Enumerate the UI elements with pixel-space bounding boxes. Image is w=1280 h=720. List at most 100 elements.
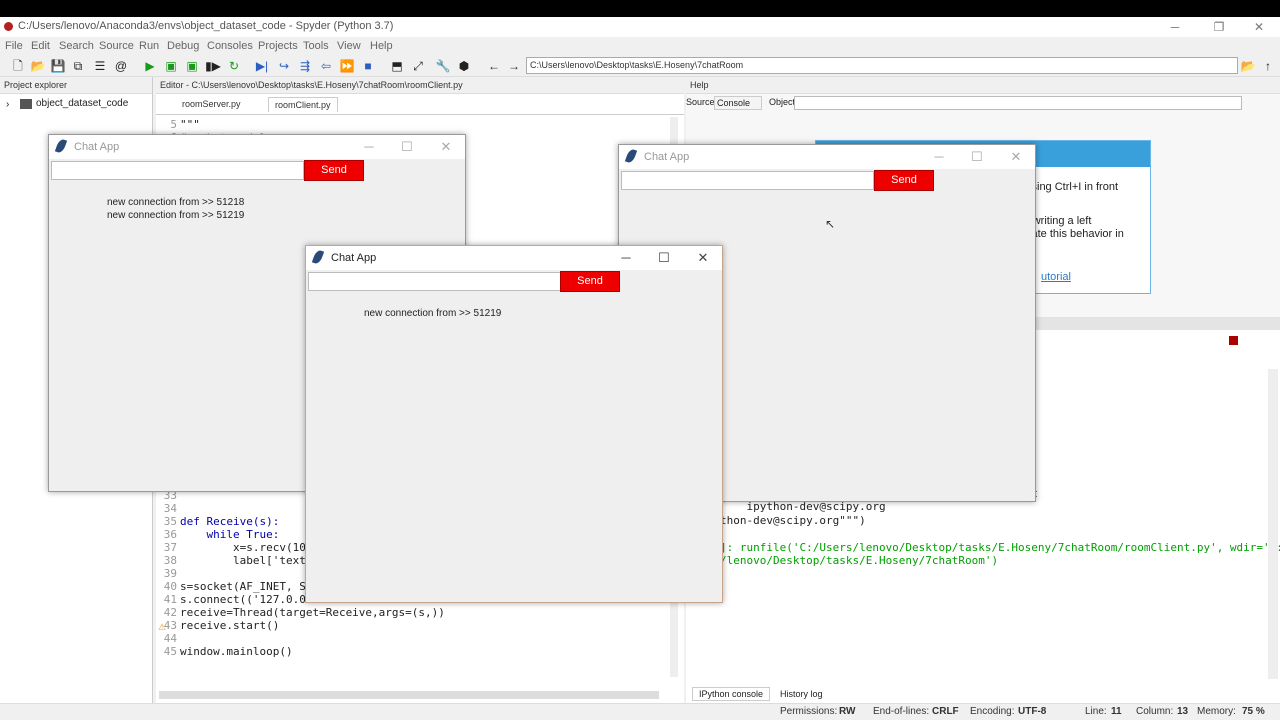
feather-icon xyxy=(311,249,325,265)
status-line: 11 xyxy=(1111,706,1122,717)
run-selection-icon[interactable]: ▮▶ xyxy=(205,58,221,74)
menu-view[interactable]: View xyxy=(337,40,361,52)
fullscreen-icon[interactable]: ⤢ xyxy=(410,58,426,74)
code-line: 44 xyxy=(163,632,177,645)
open-file-icon[interactable]: 📂 xyxy=(30,58,46,74)
chat-message: new connection from >> 51219 xyxy=(364,308,502,319)
run-icon[interactable]: ▶ xyxy=(142,58,158,74)
save-icon[interactable]: 💾 xyxy=(50,58,66,74)
toolbar: 🗋 📂 💾 ⧉ ☰ @ ▶ ▣ ▣ ▮▶ ↻ ▶| ↪ ⇶ ⇦ ⏩ ■ ⬒ ⤢ … xyxy=(0,55,1280,77)
working-directory-input[interactable]: C:\Users\lenovo\Desktop\tasks\E.Hoseny\7… xyxy=(526,57,1238,74)
maximize-icon[interactable]: ☐ xyxy=(649,249,679,267)
outline-icon[interactable]: ☰ xyxy=(92,58,108,74)
send-button[interactable]: Send xyxy=(304,160,364,181)
message-input[interactable] xyxy=(621,171,874,190)
feather-icon xyxy=(54,138,68,154)
project-explorer-header: Project explorer xyxy=(0,77,152,94)
close-icon[interactable]: ✕ xyxy=(688,249,718,267)
help-source-label: Source xyxy=(686,97,715,107)
menu-consoles[interactable]: Consoles xyxy=(207,40,253,52)
status-permissions: RW xyxy=(839,706,856,717)
help-header: Help xyxy=(686,77,1280,94)
python-path-icon[interactable]: ⬢ xyxy=(456,58,472,74)
status-memory: 75 % xyxy=(1242,706,1265,717)
console-scrollbar[interactable] xyxy=(1268,369,1278,679)
tab-roomclient[interactable]: roomClient.py xyxy=(268,97,338,112)
step-into-icon[interactable]: ⇶ xyxy=(297,58,313,74)
chat-window-title: Chat App xyxy=(644,151,690,163)
code-line: 43 receive.start() xyxy=(163,619,280,632)
help-object-input[interactable] xyxy=(794,96,1242,110)
close-icon[interactable]: ✕ xyxy=(1244,19,1274,35)
code-line: 42 receive=Thread(target=Receive,args=(s,… xyxy=(163,606,445,619)
stop-console-icon[interactable] xyxy=(1229,336,1238,345)
status-encoding: UTF-8 xyxy=(1018,706,1047,717)
chat-window-titlebar: Chat App ─ ☐ ✕ xyxy=(49,135,465,159)
maximize-pane-icon[interactable]: ⬒ xyxy=(389,58,405,74)
tab-divider xyxy=(156,114,684,115)
step-return-icon[interactable]: ⇦ xyxy=(318,58,334,74)
minimize-icon[interactable]: ─ xyxy=(354,138,384,156)
tree-expand-icon[interactable]: › xyxy=(6,99,9,110)
restore-icon[interactable]: ❐ xyxy=(1204,19,1234,35)
close-icon[interactable]: ✕ xyxy=(431,138,461,156)
status-permissions-label: Permissions: xyxy=(780,706,838,717)
message-input[interactable] xyxy=(308,272,561,291)
code-line: 45 window.mainloop() xyxy=(163,645,293,658)
stop-debug-icon[interactable]: ■ xyxy=(360,58,376,74)
menu-help[interactable]: Help xyxy=(370,40,393,52)
status-memory-label: Memory: xyxy=(1197,706,1236,717)
editor-hscrollbar[interactable] xyxy=(159,691,659,699)
menu-projects[interactable]: Projects xyxy=(258,40,298,52)
menu-edit[interactable]: Edit xyxy=(31,40,50,52)
forward-icon[interactable]: → xyxy=(506,58,522,74)
console-line: ]: runfile('C:/Users/lenovo/Desktop/task… xyxy=(720,540,1280,554)
send-button[interactable]: Send xyxy=(560,271,620,292)
menu-tools[interactable]: Tools xyxy=(303,40,329,52)
chat-window-titlebar: Chat App ─ ☐ ✕ xyxy=(619,145,1035,169)
spyder-app-icon xyxy=(4,22,13,31)
status-bar: Permissions: RW End-of-lines: CRLF Encod… xyxy=(0,703,1280,720)
status-encoding-label: Encoding: xyxy=(970,706,1015,717)
close-icon[interactable]: ✕ xyxy=(1001,148,1031,166)
menu-search[interactable]: Search xyxy=(59,40,94,52)
new-file-icon[interactable]: 🗋 xyxy=(10,58,26,74)
tutorial-link[interactable]: utorial xyxy=(1041,271,1071,283)
continue-icon[interactable]: ⏩ xyxy=(339,58,355,74)
tab-history-log[interactable]: History log xyxy=(776,688,827,700)
run-cell-icon[interactable]: ▣ xyxy=(163,58,179,74)
console-line: /lenovo/Desktop/tasks/E.Hoseny/7chatRoom… xyxy=(720,554,999,568)
send-button[interactable]: Send xyxy=(874,170,934,191)
menu-source[interactable]: Source xyxy=(99,40,134,52)
menu-run[interactable]: Run xyxy=(139,40,159,52)
rerun-icon[interactable]: ↻ xyxy=(226,58,242,74)
run-cell-advance-icon[interactable]: ▣ xyxy=(184,58,200,74)
help-source-select[interactable]: Console xyxy=(714,96,762,110)
maximize-icon[interactable]: ☐ xyxy=(392,138,422,156)
back-icon[interactable]: ← xyxy=(486,58,502,74)
chat-window-3: Chat App ─ ☐ ✕ Send new connection from … xyxy=(305,245,723,603)
menu-debug[interactable]: Debug xyxy=(167,40,199,52)
message-input[interactable] xyxy=(51,161,304,180)
project-root-item[interactable]: object_dataset_code xyxy=(36,98,128,109)
minimize-icon[interactable]: ─ xyxy=(611,249,641,267)
chat-message: new connection from >> 51219 xyxy=(107,210,245,221)
save-all-icon[interactable]: ⧉ xyxy=(70,58,86,74)
parent-dir-icon[interactable]: ↑ xyxy=(1260,58,1276,74)
tab-roomserver[interactable]: roomServer.py xyxy=(176,97,247,112)
maximize-icon[interactable]: ☐ xyxy=(962,148,992,166)
step-icon[interactable]: ↪ xyxy=(276,58,292,74)
warning-icon: ⚠ xyxy=(158,622,167,632)
debug-icon[interactable]: ▶| xyxy=(254,58,270,74)
minimize-icon[interactable]: ─ xyxy=(924,148,954,166)
feather-icon xyxy=(624,148,638,164)
console-line: ipython-dev@scipy.org xyxy=(720,500,886,514)
usage-line: ssing Ctrl+I in front xyxy=(1026,181,1119,193)
menu-file[interactable]: File xyxy=(5,40,23,52)
tab-ipython-console[interactable]: IPython console xyxy=(692,687,771,701)
browse-folder-icon[interactable]: 📂 xyxy=(1240,58,1256,74)
minimize-icon[interactable]: ─ xyxy=(1160,19,1190,35)
preferences-icon[interactable]: 🔧 xyxy=(435,58,451,74)
at-icon[interactable]: @ xyxy=(113,58,129,74)
